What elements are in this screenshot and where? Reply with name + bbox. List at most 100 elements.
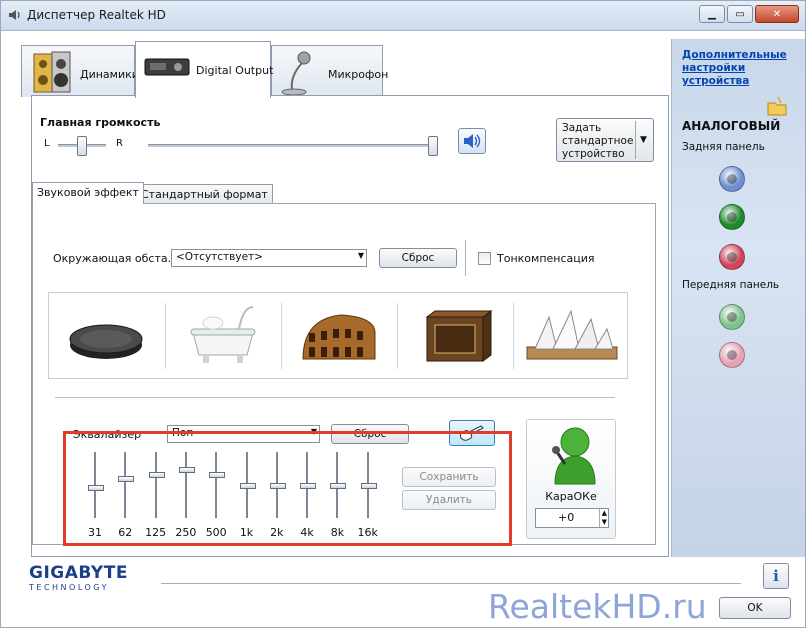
minimize-icon: ▁: [708, 8, 716, 20]
minimize-button[interactable]: ▁: [699, 5, 725, 23]
tab-microphone-label: Микрофон: [328, 68, 389, 81]
eq-band-knob[interactable]: [239, 483, 256, 490]
eq-band-knob[interactable]: [360, 483, 377, 490]
eq-band-label: 4k: [300, 526, 314, 539]
eq-band-31[interactable]: [88, 452, 104, 518]
tab-default-format[interactable]: Стандартный формат: [136, 184, 273, 204]
environment-selected-value: <Отсутствует>: [176, 251, 263, 263]
eq-band-knob[interactable]: [300, 483, 317, 490]
realtek-window: Диспетчер Realtek HD ▁ ▭ ✕ Динамики Digi…: [0, 0, 806, 628]
eq-band-knob[interactable]: [209, 471, 226, 478]
folder-icon[interactable]: [766, 95, 788, 117]
env-preset-wooden-room[interactable]: [397, 293, 512, 380]
eq-band-knob[interactable]: [148, 471, 165, 478]
tab-speakers-label: Динамики: [80, 68, 139, 81]
speakers-icon: [33, 51, 71, 93]
title-bar: Диспетчер Realtek HD ▁ ▭ ✕: [1, 1, 805, 31]
tab-sound-effect[interactable]: Звуковой эффект: [32, 182, 144, 204]
rear-jack-blue[interactable]: [719, 166, 745, 192]
eq-band-knob[interactable]: [178, 467, 195, 473]
tab-speakers[interactable]: Динамики: [21, 45, 139, 97]
eq-band-rail: [184, 452, 187, 518]
set-default-device-label: Задать стандартное устройство: [562, 122, 634, 160]
front-jack-pink[interactable]: [719, 342, 745, 368]
eq-band-62[interactable]: [118, 452, 135, 518]
volume-slider-thumb[interactable]: [428, 136, 438, 156]
gigabyte-logo: GIGABYTE TECHNOLOGY: [29, 563, 128, 592]
analog-title: АНАЛОГОВЫЙ: [682, 119, 781, 133]
info-icon: i: [773, 567, 779, 585]
karaoke-pitch-spinner[interactable]: +0 ▲ ▼: [535, 508, 609, 528]
equalizer-save-label: Сохранить: [419, 471, 479, 483]
advanced-settings-link[interactable]: Дополнительные настройки устройства: [682, 49, 794, 88]
equalizer-delete-button[interactable]: Удалить: [402, 490, 496, 510]
spinner-arrows-icon[interactable]: ▲ ▼: [598, 509, 607, 527]
tab-default-format-label: Стандартный формат: [141, 188, 268, 201]
eq-band-label: 2k: [270, 526, 284, 539]
main-volume-label: Главная громкость: [40, 116, 161, 129]
env-preset-bathroom[interactable]: [165, 293, 280, 380]
info-button[interactable]: i: [763, 563, 789, 589]
eq-band-250[interactable]: [178, 452, 195, 518]
eq-band-label: 125: [145, 526, 167, 539]
maximize-button[interactable]: ▭: [727, 5, 753, 23]
karaoke-label: КараОКе: [545, 490, 597, 503]
maximize-icon: ▭: [735, 8, 745, 20]
eq-band-label: 31: [88, 526, 102, 539]
front-jack-green[interactable]: [719, 304, 745, 330]
eq-band-label: 16k: [357, 526, 378, 539]
main-area: Динамики Digital Output Микрофон Главная: [21, 39, 671, 557]
eq-band-4k[interactable]: [300, 452, 317, 518]
balance-slider-thumb[interactable]: [77, 136, 87, 156]
tab-microphone[interactable]: Микрофон: [271, 45, 388, 97]
rear-jack-green[interactable]: [719, 204, 745, 230]
environment-select[interactable]: <Отсутствует> ▼: [171, 249, 367, 267]
karaoke-singer-icon[interactable]: [545, 424, 599, 486]
eq-band-16k[interactable]: [360, 452, 377, 518]
eq-band-knob[interactable]: [330, 483, 347, 490]
footer: GIGABYTE TECHNOLOGY i RealtekHD.ru OK: [1, 557, 805, 627]
eq-band-knob[interactable]: [118, 476, 135, 482]
eq-band-label: 250: [175, 526, 197, 539]
karaoke-panel: КараОКе +0 ▲ ▼: [526, 419, 616, 539]
eq-band-8k[interactable]: [330, 452, 347, 518]
eq-band-500[interactable]: [209, 452, 226, 518]
eq-band-knob[interactable]: [269, 483, 286, 490]
close-icon: ✕: [772, 8, 782, 20]
speaker-app-icon: [9, 10, 20, 20]
environment-reset-label: Сброс: [401, 252, 435, 264]
tab-digital-output-label: Digital Output: [196, 64, 274, 77]
environment-label: Окружающая обста...: [53, 252, 179, 265]
speaker-volume-icon: [464, 134, 481, 148]
equalizer-save-button[interactable]: Сохранить: [402, 467, 496, 487]
equalizer-frame: 31 62 125 250 500 1k 2k 4k 8k 16k Сохранить Удали…: [63, 431, 512, 546]
rear-jack-pink[interactable]: [719, 244, 745, 270]
eq-band-125[interactable]: [148, 452, 165, 518]
eq-band-label: 8k: [330, 526, 345, 539]
tab-digital-output[interactable]: Digital Output: [135, 41, 274, 98]
set-default-device-button[interactable]: Задать стандартное устройство ▼: [556, 118, 654, 162]
brand-name: GIGABYTE: [29, 563, 128, 583]
section-divider: [55, 397, 615, 398]
eq-band-knob[interactable]: [88, 485, 104, 491]
divider: [465, 240, 466, 276]
opera-house-icon: [526, 309, 618, 360]
karaoke-value: +0: [558, 511, 575, 524]
window-title: Диспетчер Realtek HD: [27, 8, 166, 22]
eq-band-1k[interactable]: [239, 452, 256, 518]
env-preset-colosseum[interactable]: [281, 293, 396, 380]
bathtub-icon: [190, 306, 256, 363]
brand-sub: TECHNOLOGY: [29, 583, 109, 592]
balance-left-label: L: [44, 138, 50, 149]
env-preset-sewer[interactable]: [49, 293, 164, 380]
mute-button[interactable]: [458, 128, 486, 154]
ok-button[interactable]: OK: [719, 597, 791, 619]
colosseum-icon: [302, 314, 376, 360]
close-button[interactable]: ✕: [755, 5, 799, 23]
env-preset-concert-hall[interactable]: [513, 293, 628, 380]
environment-reset-button[interactable]: Сброс: [379, 248, 457, 268]
dropdown-arrow-icon: ▼: [635, 121, 651, 159]
watermark: RealtekHD.ru: [488, 587, 707, 626]
loudness-checkbox[interactable]: [478, 252, 491, 265]
eq-band-2k[interactable]: [269, 452, 286, 518]
